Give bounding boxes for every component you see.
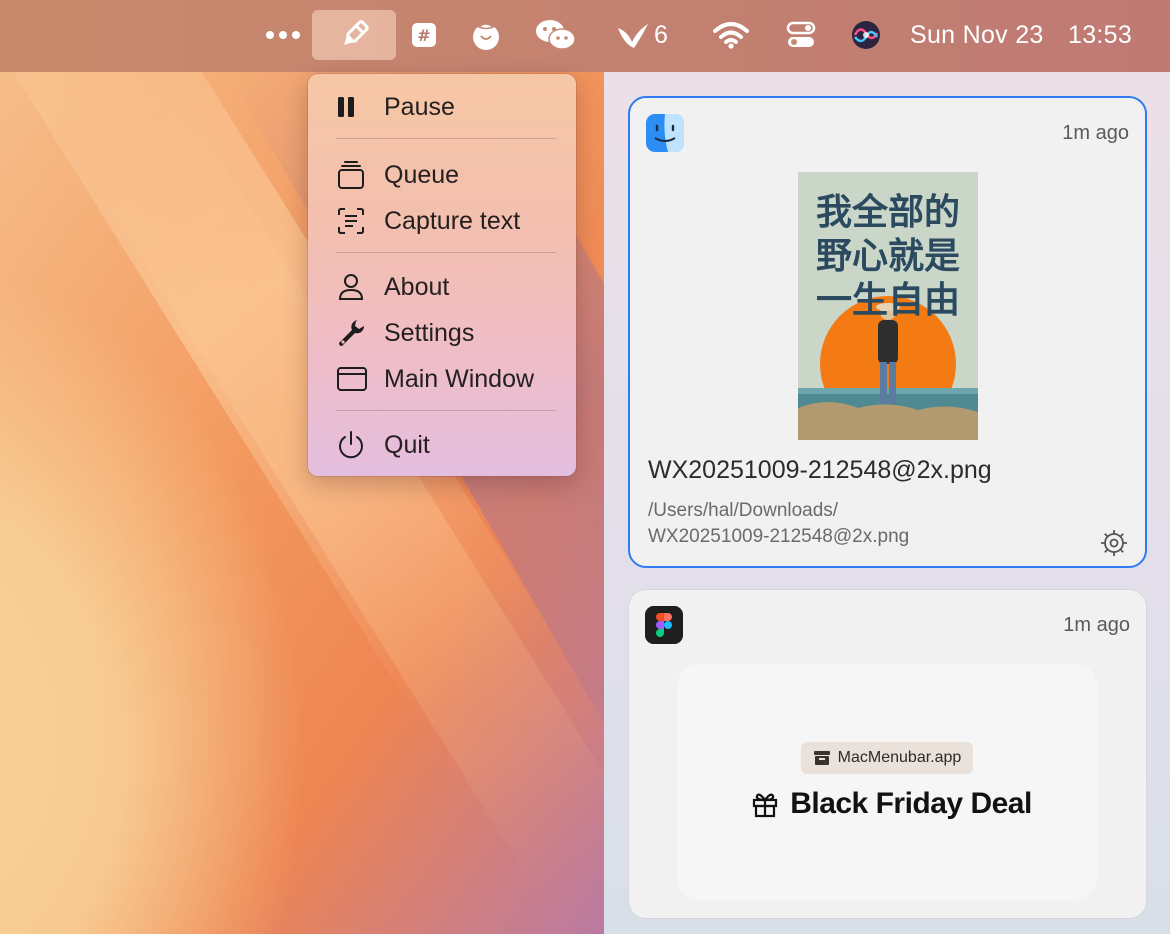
menu-separator — [336, 252, 556, 253]
menu-item-settings[interactable]: Settings — [336, 313, 556, 353]
power-icon — [336, 429, 368, 461]
promo-preview[interactable]: MacMenubar.app Black Friday Deal — [677, 664, 1097, 900]
stack-icon — [336, 159, 368, 191]
menu-item-capture-text[interactable]: Capture text — [336, 201, 556, 241]
svg-text:#: # — [417, 26, 430, 45]
bird-badge-count: 6 — [654, 20, 668, 49]
menu-item-label: Pause — [384, 92, 455, 121]
poster-text-line: 一生自由 — [816, 280, 960, 321]
menu-item-about[interactable]: About — [336, 267, 556, 307]
hash-icon[interactable]: # — [408, 10, 440, 60]
file-path-line: WX20251009-212548@2x.png — [648, 526, 910, 547]
menubar-time[interactable]: 13:53 — [1068, 10, 1142, 60]
gift-icon — [753, 793, 778, 818]
bird-status-item[interactable]: 6 — [610, 10, 674, 60]
wechat-icon[interactable] — [532, 10, 580, 60]
clipboard-history-panel: 1m ago 我全部的 野心就是 一生自由 WX20251009-212548@… — [604, 72, 1170, 934]
timestamp: 1m ago — [1062, 122, 1129, 144]
bird-icon — [618, 24, 649, 48]
person-icon — [336, 271, 368, 303]
clipboard-card-selected[interactable]: 1m ago 我全部的 野心就是 一生自由 WX20251009-212548@… — [628, 96, 1147, 568]
menu-item-label: Quit — [384, 430, 430, 459]
menu-item-quit[interactable]: Quit — [336, 425, 556, 465]
poster-text-line: 我全部的 — [816, 191, 960, 233]
menu-item-label: Settings — [384, 318, 475, 347]
window-icon — [336, 363, 368, 395]
text-scan-icon — [336, 205, 368, 237]
pen-marker-icon[interactable] — [312, 10, 396, 60]
menubar-date[interactable]: Sun Nov 23 — [910, 10, 1056, 60]
promo-tag-label: MacMenubar.app — [837, 749, 962, 766]
archive-box-icon — [813, 751, 830, 765]
gear-icon[interactable] — [1099, 528, 1129, 558]
control-center-icon[interactable] — [780, 10, 822, 60]
timestamp: 1m ago — [1063, 614, 1130, 636]
poster-text-line: 野心就是 — [816, 236, 960, 277]
tomato-icon[interactable] — [466, 10, 506, 60]
menu-separator — [336, 138, 556, 139]
pause-icon — [336, 91, 368, 123]
finder-icon — [646, 114, 684, 152]
ellipsis-icon[interactable] — [262, 10, 304, 60]
menu-item-queue[interactable]: Queue — [336, 155, 556, 195]
menu-item-label: Queue — [384, 160, 460, 189]
file-path: /Users/hal/Downloads/ WX20251009-212548@… — [648, 498, 909, 550]
menu-separator — [336, 410, 556, 411]
wifi-icon[interactable] — [710, 10, 752, 60]
menu-bar: # 6 Sun Nov 23 13:53 — [0, 0, 1170, 72]
siri-icon[interactable] — [848, 10, 884, 60]
file-name: WX20251009-212548@2x.png — [648, 456, 992, 484]
menu-item-label: Main Window — [384, 364, 535, 393]
wrench-icon — [336, 317, 368, 349]
promo-tag: MacMenubar.app — [801, 742, 973, 774]
promo-title-text: Black Friday Deal — [790, 787, 1032, 820]
clipboard-card[interactable]: 1m ago MacMenubar.app Black Friday Deal — [628, 589, 1147, 919]
menu-item-pause[interactable]: Pause — [336, 87, 556, 127]
status-menu: Pause Queue Capture text About Settings … — [308, 74, 576, 476]
figma-icon — [645, 606, 683, 644]
menu-item-label: About — [384, 272, 450, 301]
menu-item-main-window[interactable]: Main Window — [336, 359, 556, 399]
image-thumbnail[interactable]: 我全部的 野心就是 一生自由 — [798, 172, 978, 440]
menu-item-label: Capture text — [384, 206, 521, 235]
file-path-line: /Users/hal/Downloads/ — [648, 500, 839, 521]
promo-title: Black Friday Deal — [731, 784, 1051, 824]
